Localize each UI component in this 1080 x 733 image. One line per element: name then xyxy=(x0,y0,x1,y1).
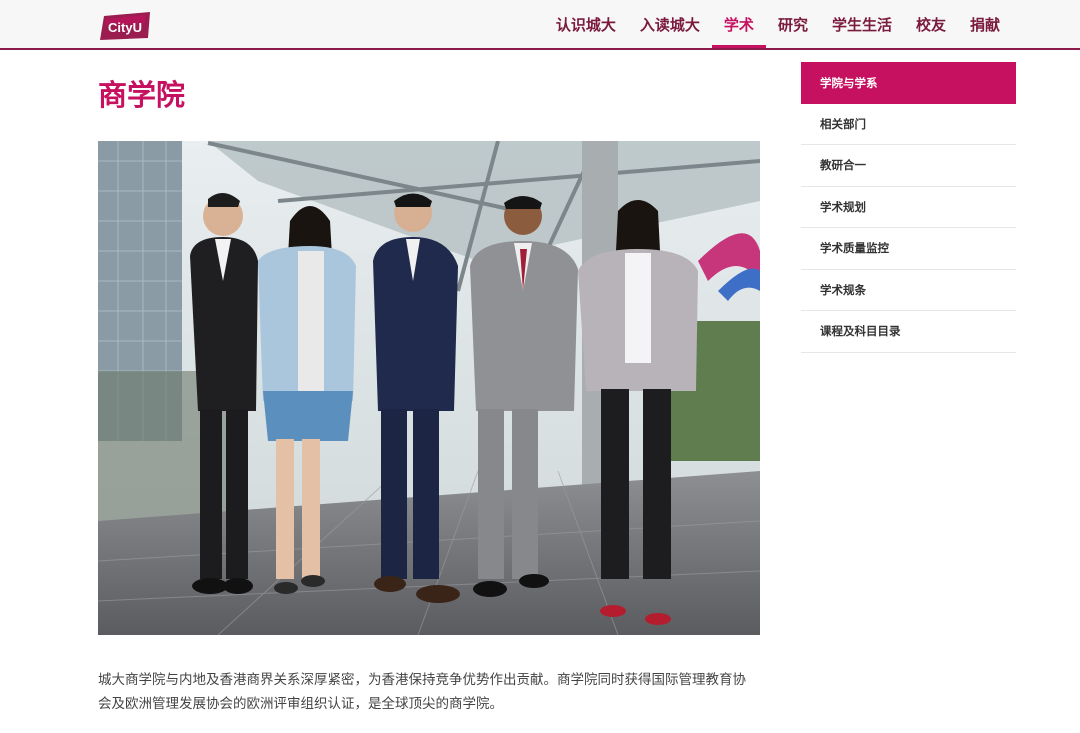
nav-item-research[interactable]: 研究 xyxy=(766,0,820,48)
nav-item-academics[interactable]: 学术 xyxy=(711,0,766,48)
nav-item-about[interactable]: 认识城大 xyxy=(544,0,628,48)
top-navigation-bar: CityU 认识城大 入读城大 学术 研究 学生生活 校友 捐献 xyxy=(0,0,1080,50)
sidebar-item-teaching-research[interactable]: 教研合一 xyxy=(801,145,1016,187)
page-title: 商学院 xyxy=(98,78,186,112)
logo-text: CityU xyxy=(108,20,142,35)
nav-item-giving[interactable]: 捐献 xyxy=(958,0,1012,48)
nav-item-student-life[interactable]: 学生生活 xyxy=(820,0,904,48)
sidebar-item-colleges-departments[interactable]: 学院与学系 xyxy=(801,62,1016,104)
intro-paragraph: 城大商学院与内地及香港商界关系深厚紧密，为香港保持竞争优势作出贡献。商学院同时获… xyxy=(98,672,746,712)
sidebar-item-regulations[interactable]: 学术规条 xyxy=(801,270,1016,311)
nav-item-alumni[interactable]: 校友 xyxy=(904,0,958,48)
nav-item-admissions[interactable]: 入读城大 xyxy=(628,0,712,48)
sidebar-item-related-units[interactable]: 相关部门 xyxy=(801,104,1016,145)
cityu-logo[interactable]: CityU xyxy=(98,10,154,42)
sidebar-item-quality-assurance[interactable]: 学术质量监控 xyxy=(801,228,1016,270)
hero-image xyxy=(98,141,760,635)
main-nav: 认识城大 入读城大 学术 研究 学生生活 校友 捐献 xyxy=(544,0,1012,48)
sidebar-item-academic-planning[interactable]: 学术规划 xyxy=(801,187,1016,228)
sidebar-item-catalogue[interactable]: 课程及科目目录 xyxy=(801,311,1016,353)
sidebar-menu: 学院与学系 相关部门 教研合一 学术规划 学术质量监控 学术规条 课程及科目目录 xyxy=(801,62,1016,353)
